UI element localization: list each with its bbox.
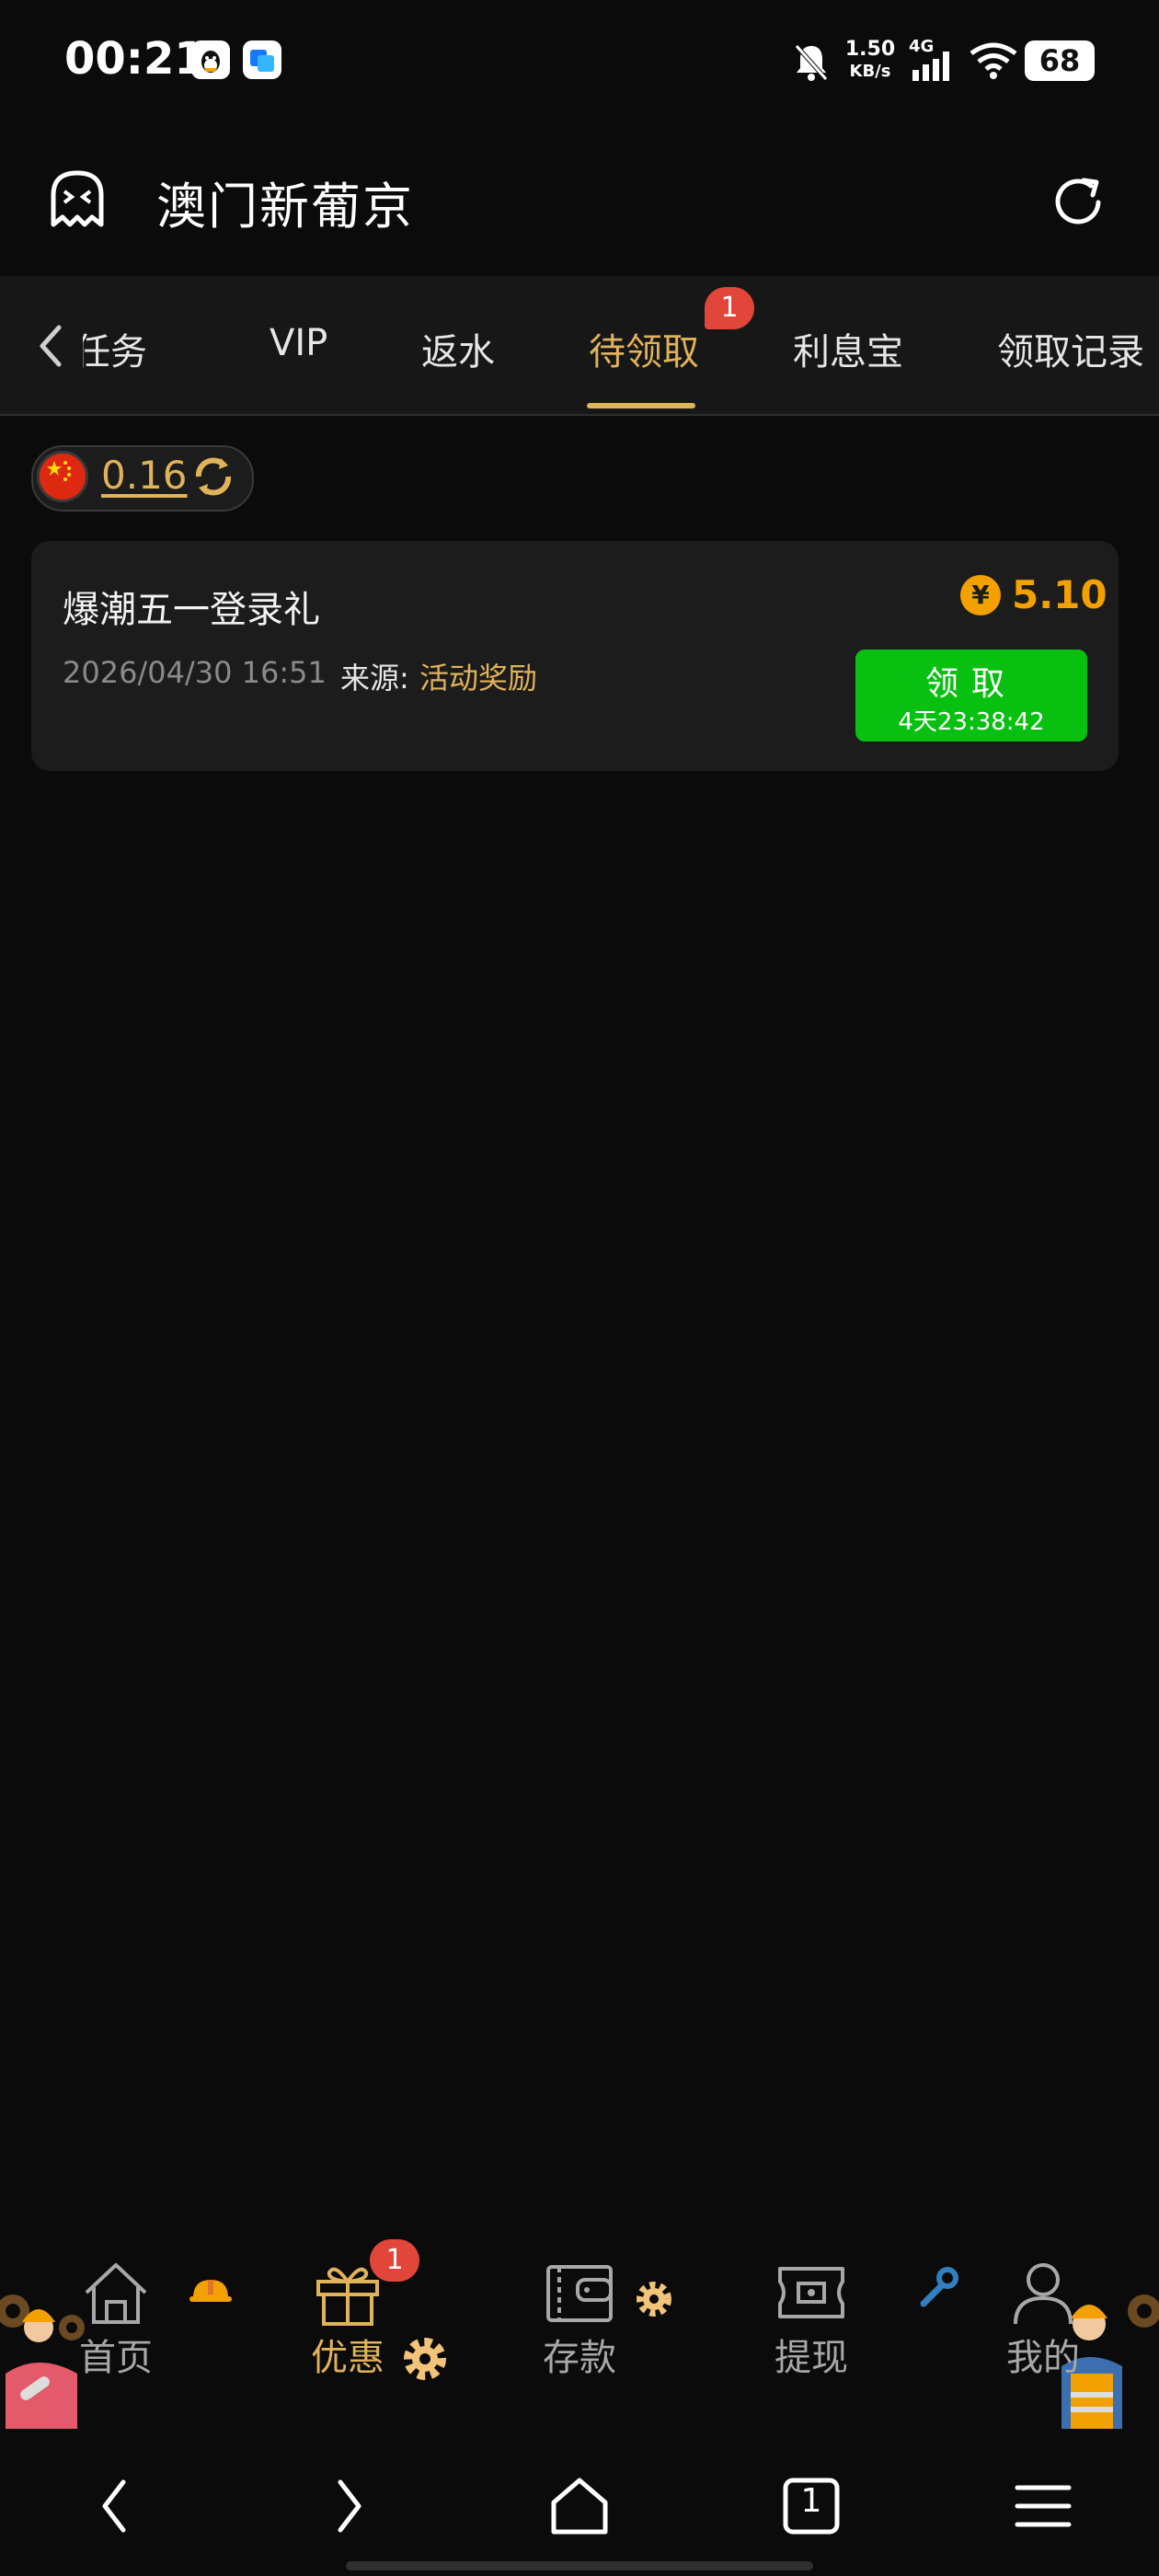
- china-flag-icon: [37, 451, 88, 502]
- nav-promotions-label: 优惠: [311, 2337, 384, 2379]
- battery-icon: 68: [1025, 40, 1095, 81]
- nav-home[interactable]: 首页: [42, 2260, 189, 2379]
- nav-profile[interactable]: 我的: [970, 2260, 1117, 2379]
- tabs-button[interactable]: 1: [775, 2469, 848, 2543]
- claim-countdown: 4天23:38:42: [898, 708, 1045, 736]
- nav-deposit[interactable]: 存款: [506, 2260, 653, 2379]
- status-bar: 00:21 1.50 KB/s 4G 68: [0, 0, 1159, 129]
- network-speed: 1.50 KB/s: [843, 39, 898, 83]
- page-title: 澳门新葡京: [156, 178, 414, 236]
- nav-promotions-badge: 1: [370, 2239, 419, 2282]
- claim-button[interactable]: 领取 4天23:38:42: [855, 650, 1087, 742]
- qq-icon: [191, 40, 230, 79]
- network-speed-value: 1.50: [844, 38, 896, 61]
- ghost-icon[interactable]: [44, 166, 110, 232]
- wallet-icon: [543, 2260, 616, 2326]
- tab-tasks[interactable]: 任务: [83, 322, 147, 375]
- mute-bell-icon: [791, 40, 832, 86]
- gesture-home-indicator[interactable]: [346, 2561, 813, 2570]
- reward-date: 2026/04/30 16:51: [63, 655, 327, 690]
- nav-withdraw-label: 提现: [775, 2337, 848, 2379]
- tab-badge: 1: [705, 287, 754, 329]
- signal-icon: [911, 52, 955, 85]
- nav-profile-label: 我的: [1006, 2337, 1080, 2379]
- home-button-icon[interactable]: [543, 2469, 616, 2543]
- claim-button-label: 领取: [924, 665, 1017, 703]
- chevron-left-icon[interactable]: [28, 318, 74, 374]
- nav-withdraw[interactable]: 提现: [738, 2260, 885, 2379]
- yuan-coin-icon: ¥: [960, 575, 1001, 615]
- reward-source-label: 来源:: [340, 661, 409, 696]
- hard-hat-icon: [188, 2271, 234, 2307]
- tab-interest[interactable]: 利息宝: [793, 322, 903, 375]
- reward-title: 爆潮五一登录礼: [63, 589, 320, 631]
- cash-icon: [775, 2260, 848, 2326]
- wifi-icon: [968, 42, 1019, 83]
- tab-scroller: 任务 VIP 返水 待领取 利息宝 领取记录: [83, 276, 1159, 414]
- wrench-icon: [916, 2263, 962, 2309]
- tab-claim-history[interactable]: 领取记录: [997, 322, 1144, 375]
- nav-home-label: 首页: [79, 2337, 153, 2379]
- tab-vip[interactable]: VIP: [270, 322, 327, 364]
- tab-rebate[interactable]: 返水: [421, 322, 495, 375]
- tab-pending[interactable]: 待领取: [589, 322, 699, 375]
- network-speed-unit: KB/s: [849, 62, 891, 81]
- battery-level: 68: [1039, 43, 1081, 78]
- reward-amount: 5.10: [1012, 572, 1107, 617]
- refresh-icon[interactable]: [1047, 169, 1111, 234]
- tab-count: 1: [800, 2482, 822, 2520]
- app-notification-icon: [243, 40, 281, 79]
- forward-icon[interactable]: [311, 2469, 384, 2543]
- balance-value: 0.16: [101, 453, 188, 498]
- back-icon[interactable]: [79, 2469, 153, 2543]
- menu-icon[interactable]: [1006, 2469, 1080, 2543]
- home-icon: [79, 2260, 153, 2326]
- sync-icon[interactable]: [188, 451, 239, 502]
- tab-bar: 任务 VIP 返水 待领取 利息宝 领取记录: [0, 276, 1159, 416]
- reward-source-value: 活动奖励: [419, 661, 538, 696]
- status-time: 00:21: [64, 33, 205, 85]
- nav-deposit-label: 存款: [543, 2337, 616, 2379]
- active-tab-indicator: [587, 403, 695, 408]
- user-icon: [1006, 2260, 1080, 2326]
